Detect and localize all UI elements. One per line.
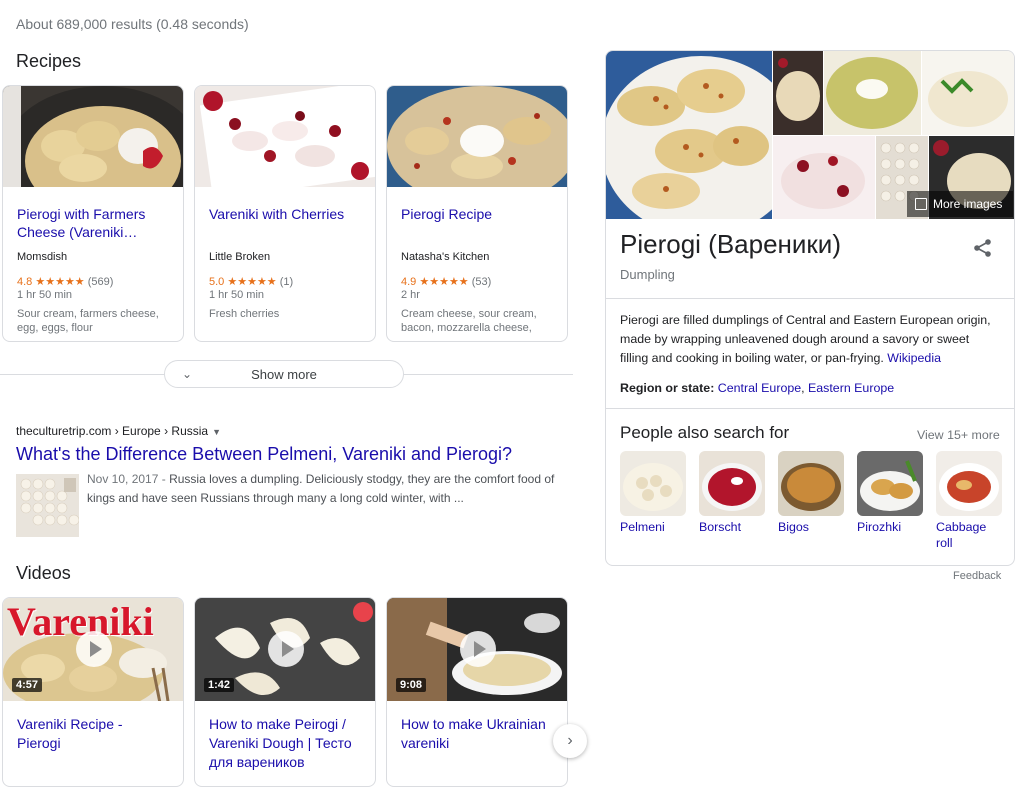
image-icon bbox=[915, 198, 927, 210]
recipe-time: 2 hr bbox=[401, 289, 420, 301]
recipe-ingredients: Sour cream, farmers cheese, egg, eggs, f… bbox=[17, 308, 159, 334]
share-icon[interactable] bbox=[972, 237, 994, 259]
video-title[interactable]: How to make Ukrainian vareniki bbox=[387, 701, 567, 753]
people-also-search-image bbox=[936, 451, 1002, 516]
people-also-search-label: Borscht bbox=[699, 520, 742, 534]
breadcrumb[interactable]: theculturetrip.com › Europe › Russia ▼ bbox=[16, 424, 221, 438]
kp-divider bbox=[606, 408, 1014, 409]
kp-description: Pierogi are filled dumplings of Central … bbox=[620, 311, 1000, 368]
video-duration: 9:08 bbox=[396, 678, 427, 692]
people-also-search-image bbox=[778, 451, 844, 516]
recipe-ingredients: Fresh cherries bbox=[209, 308, 280, 320]
result-date: Nov 10, 2017 - bbox=[87, 472, 166, 486]
people-also-search-label: Pirozhki bbox=[857, 520, 902, 534]
people-also-search-item[interactable]: Cabbage roll bbox=[936, 451, 1002, 551]
people-also-search-item[interactable]: Pirozhki bbox=[857, 451, 923, 535]
kp-image[interactable] bbox=[922, 51, 1014, 135]
chevron-right-icon: › bbox=[567, 732, 573, 749]
video-title[interactable]: Vareniki Recipe - Pierogi bbox=[3, 701, 183, 753]
result-snippet: Nov 10, 2017 - Russia loves a dumpling. … bbox=[87, 470, 557, 508]
recipe-source: Little Broken bbox=[209, 251, 271, 263]
rating-value: 4.8 bbox=[17, 276, 33, 288]
people-also-search-label: Bigos bbox=[778, 520, 809, 534]
people-also-search-item[interactable]: Bigos bbox=[778, 451, 844, 535]
recipe-ingredients: Cream cheese, sour cream, bacon, mozzare… bbox=[401, 308, 537, 334]
recipe-rating: 4.8 ★★★★★ (569) bbox=[17, 275, 169, 288]
rating-value: 5.0 bbox=[209, 276, 225, 288]
knowledge-panel: More images Pierogi (Вареники) Dumpling … bbox=[605, 50, 1015, 566]
video-duration: 4:57 bbox=[12, 678, 43, 692]
video-duration: 1:42 bbox=[204, 678, 235, 692]
people-also-search-image bbox=[857, 451, 923, 516]
play-icon[interactable] bbox=[460, 631, 496, 667]
recipe-title[interactable]: Vareniki with Cherries bbox=[209, 205, 361, 243]
play-icon[interactable] bbox=[76, 631, 112, 667]
video-title[interactable]: How to make Peirogi / Vareniki Dough | Т… bbox=[195, 701, 375, 772]
kp-region: Region or state: Central Europe, Eastern… bbox=[620, 381, 895, 395]
result-thumbnail[interactable] bbox=[16, 474, 79, 537]
result-title-link[interactable]: What's the Difference Between Pelmeni, V… bbox=[16, 444, 512, 465]
region-label: Region or state: bbox=[620, 381, 715, 395]
people-also-search-item[interactable]: Pelmeni bbox=[620, 451, 686, 535]
play-icon[interactable] bbox=[268, 631, 304, 667]
review-count: (569) bbox=[87, 276, 114, 288]
video-card[interactable]: 1:42 How to make Peirogi / Vareniki Doug… bbox=[194, 597, 376, 787]
kp-divider bbox=[606, 298, 1014, 299]
video-thumbnail: 1:42 bbox=[195, 598, 375, 701]
recipe-title[interactable]: Pierogi Recipe bbox=[401, 205, 553, 243]
recipe-rating: 4.9 ★★★★★ (53) bbox=[401, 275, 553, 288]
dropdown-arrow-icon[interactable]: ▼ bbox=[212, 427, 221, 437]
recipe-card[interactable]: Pierogi Recipe Natasha's Kitchen 4.9 ★★★… bbox=[386, 85, 568, 342]
show-more-button[interactable]: ⌄ Show more bbox=[164, 360, 404, 388]
chevron-down-icon: ⌄ bbox=[181, 367, 193, 381]
more-images-label: More images bbox=[933, 197, 1003, 211]
feedback-link[interactable]: Feedback bbox=[953, 570, 1001, 582]
kp-image[interactable] bbox=[773, 51, 823, 135]
region-link-central-europe[interactable]: Central Europe bbox=[718, 381, 801, 395]
recipe-time: 1 hr 50 min bbox=[17, 289, 73, 301]
video-card[interactable]: Vareniki 4:57 Vareniki Recipe - Pierogi bbox=[2, 597, 184, 787]
people-also-search-label: Pelmeni bbox=[620, 520, 665, 534]
recipe-image bbox=[387, 86, 567, 187]
people-also-search-item[interactable]: Borscht bbox=[699, 451, 765, 535]
people-also-search-label: Cabbage roll bbox=[936, 520, 987, 550]
more-images-button[interactable]: More images bbox=[907, 191, 1013, 217]
breadcrumb-text: theculturetrip.com › Europe › Russia bbox=[16, 424, 209, 438]
video-card[interactable]: 9:08 How to make Ukrainian vareniki bbox=[386, 597, 568, 787]
people-also-search-image bbox=[699, 451, 765, 516]
result-stats: About 689,000 results (0.48 seconds) bbox=[16, 16, 249, 32]
star-icon: ★★★★★ bbox=[419, 276, 469, 288]
recipes-heading: Recipes bbox=[16, 51, 82, 71]
recipe-source: Momsdish bbox=[17, 251, 68, 263]
view-more-link[interactable]: View 15+ more bbox=[917, 428, 1000, 442]
kp-image[interactable] bbox=[824, 51, 921, 135]
kp-title: Pierogi (Вареники) bbox=[620, 229, 841, 259]
recipe-time: 1 hr 50 min bbox=[209, 289, 265, 301]
wikipedia-link[interactable]: Wikipedia bbox=[887, 351, 941, 365]
recipe-image bbox=[195, 86, 375, 187]
recipe-source: Natasha's Kitchen bbox=[401, 251, 490, 263]
people-also-search-image bbox=[620, 451, 686, 516]
video-thumbnail: 9:08 bbox=[387, 598, 567, 701]
people-also-search-title: People also search for bbox=[620, 423, 790, 442]
review-count: (1) bbox=[279, 276, 294, 288]
recipe-card[interactable]: Vareniki with Cherries Little Broken 5.0… bbox=[194, 85, 376, 342]
show-more-label: Show more bbox=[251, 366, 317, 382]
next-chevron-button[interactable]: › bbox=[553, 724, 587, 758]
recipe-image bbox=[3, 86, 183, 187]
recipe-rating: 5.0 ★★★★★ (1) bbox=[209, 275, 361, 288]
region-link-eastern-europe[interactable]: Eastern Europe bbox=[808, 381, 894, 395]
videos-heading: Videos bbox=[16, 563, 71, 583]
kp-subtitle: Dumpling bbox=[620, 267, 675, 282]
recipe-title[interactable]: Pierogi with Farmers Cheese (Vareniki… bbox=[17, 205, 169, 243]
recipe-card[interactable]: Pierogi with Farmers Cheese (Vareniki… M… bbox=[2, 85, 184, 342]
kp-image[interactable] bbox=[773, 136, 875, 219]
rating-value: 4.9 bbox=[401, 276, 417, 288]
star-icon: ★★★★★ bbox=[227, 276, 277, 288]
video-thumbnail: Vareniki 4:57 bbox=[3, 598, 183, 701]
review-count: (53) bbox=[471, 276, 492, 288]
kp-main-image[interactable] bbox=[606, 51, 772, 219]
star-icon: ★★★★★ bbox=[35, 276, 85, 288]
